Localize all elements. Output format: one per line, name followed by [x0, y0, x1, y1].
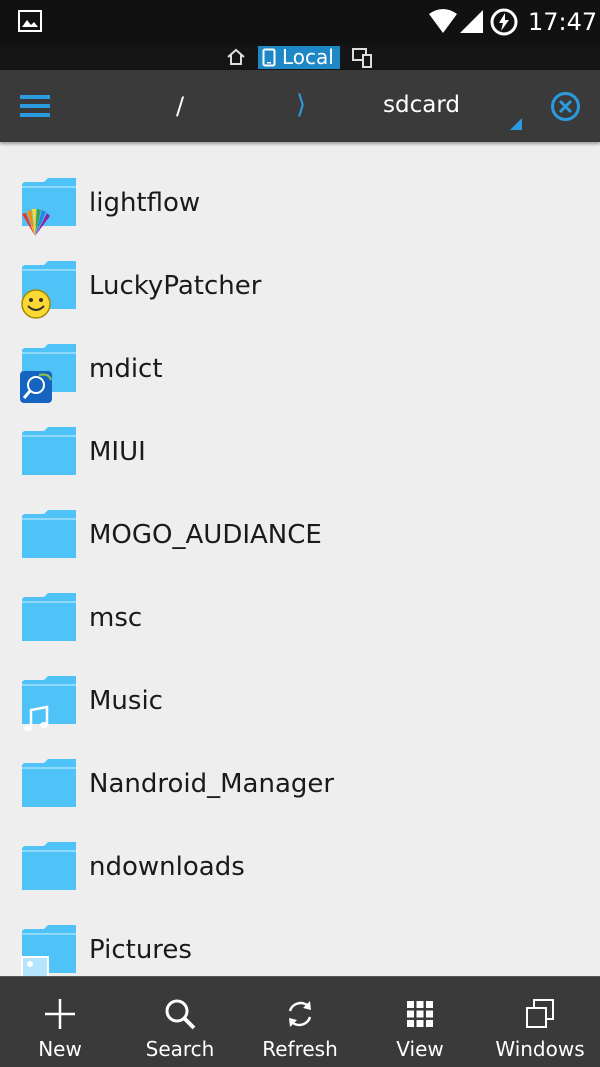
folder-name: MOGO_AUDIANCE [89, 520, 322, 550]
folder-row[interactable]: ndownloads [0, 806, 600, 890]
folder-name: ndownloads [89, 852, 245, 882]
devices-icon[interactable] [352, 48, 374, 68]
folder-icon [22, 759, 76, 807]
windows-icon [526, 999, 554, 1028]
folder-row[interactable]: Music [0, 640, 600, 731]
folder-row[interactable]: MOGO_AUDIANCE [0, 474, 600, 558]
folder-row[interactable]: Pictures [0, 889, 600, 976]
path-toolbar: / ⟩ sdcard [0, 70, 600, 142]
local-storage-label: Local [282, 45, 334, 69]
folder-icon [22, 842, 76, 890]
folder-name: MIUI [89, 437, 146, 467]
search-label: Search [145, 1037, 215, 1061]
view-label: View [396, 1037, 444, 1061]
folder-icon [22, 427, 76, 475]
dropdown-corner-icon[interactable] [510, 118, 522, 130]
folder-name: lightflow [89, 188, 201, 218]
folder-name: LuckyPatcher [89, 271, 262, 301]
refresh-label: Refresh [262, 1037, 338, 1061]
file-list: lightflow LuckyPatcher mdict MIUI MOGO_A… [0, 142, 600, 976]
folder-name: mdict [89, 354, 163, 384]
search-icon [165, 999, 196, 1030]
signal-icon [460, 10, 483, 33]
view-button[interactable]: View [360, 977, 480, 1067]
storage-location-bar: Local [0, 45, 600, 70]
breadcrumb-root[interactable]: / [176, 92, 184, 120]
menu-icon[interactable] [20, 94, 50, 118]
close-icon[interactable] [550, 91, 581, 122]
picture-icon [21, 956, 49, 976]
windows-label: Windows [495, 1037, 585, 1061]
folder-row[interactable]: Nandroid_Manager [0, 723, 600, 807]
home-icon[interactable] [226, 48, 246, 66]
folder-icon [22, 593, 76, 641]
bottom-action-bar: New Search Refresh View Windows [0, 976, 600, 1067]
search-button[interactable]: Search [120, 977, 240, 1067]
battery-charging-icon [490, 8, 518, 36]
folder-name: Music [89, 686, 163, 716]
folder-name: msc [89, 603, 143, 633]
refresh-button[interactable]: Refresh [240, 977, 360, 1067]
breadcrumb-separator: ⟩ [296, 90, 307, 120]
folder-row[interactable]: mdict [0, 308, 600, 403]
folder-row[interactable]: lightflow [0, 142, 600, 236]
folder-row[interactable]: MIUI [0, 391, 600, 475]
refresh-icon [288, 1001, 312, 1027]
folder-name: Nandroid_Manager [89, 769, 335, 799]
wifi-icon [429, 9, 457, 33]
phone-icon [262, 48, 276, 67]
breadcrumb-current[interactable]: sdcard [383, 92, 460, 118]
plus-icon [45, 999, 75, 1029]
folder-row[interactable]: LuckyPatcher [0, 225, 600, 319]
folder-icon [22, 510, 76, 558]
gallery-notification-icon [18, 10, 42, 32]
folder-row[interactable]: msc [0, 557, 600, 641]
status-bar: 17:47 [0, 0, 600, 45]
grid-view-icon [407, 1001, 433, 1027]
windows-button[interactable]: Windows [480, 977, 600, 1067]
clock: 17:47 [528, 8, 598, 36]
new-label: New [38, 1037, 82, 1061]
local-storage-tab[interactable]: Local [258, 46, 340, 69]
new-button[interactable]: New [0, 977, 120, 1067]
folder-name: Pictures [89, 935, 192, 965]
